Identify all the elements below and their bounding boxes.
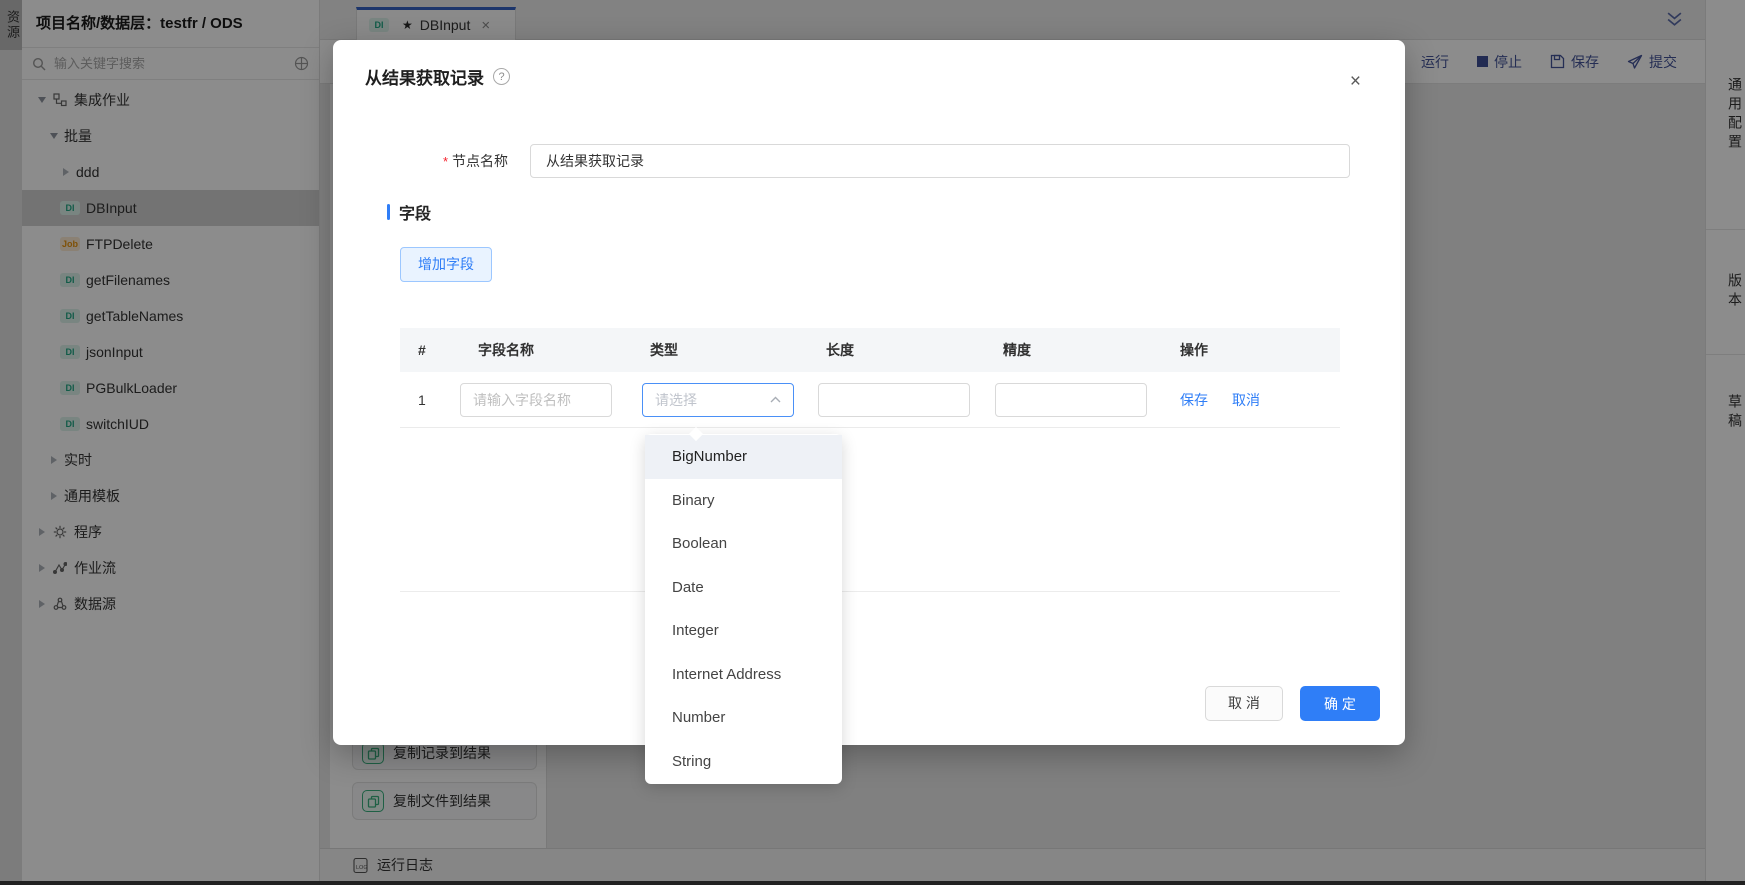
fields-section-header: 字段 [387,200,431,224]
table-header-row: # 字段名称 类型 长度 精度 操作 [400,328,1340,372]
field-name-input[interactable] [460,383,612,417]
dialog-cancel-button[interactable]: 取 消 [1205,686,1283,721]
dropdown-option-date[interactable]: Date [645,566,842,610]
row-save-link[interactable]: 保存 [1180,390,1208,410]
node-name-label: *节点名称 [333,144,508,179]
app-window: 资源 项目名称/数据层：testfr / ODS [0,0,1745,885]
type-dropdown: BigNumber Binary Boolean Date Integer In… [645,434,842,784]
content-divider [400,591,1340,592]
length-input[interactable] [818,383,970,417]
dropdown-option-internet-address[interactable]: Internet Address [645,653,842,697]
node-config-dialog: 从结果获取记录 ? × *节点名称 字段 增加字段 # 字段名称 类型 长度 精… [333,40,1405,745]
dropdown-option-binary[interactable]: Binary [645,479,842,523]
type-select[interactable]: 请选择 [642,383,794,417]
dropdown-option-integer[interactable]: Integer [645,609,842,653]
chevron-up-icon [770,396,781,403]
table-row: 1 请选择 保存 取消 [400,372,1340,428]
precision-input[interactable] [995,383,1147,417]
section-bar-icon [387,204,390,220]
fields-table: # 字段名称 类型 长度 精度 操作 1 请选择 [400,328,1340,428]
dropdown-option-number[interactable]: Number [645,696,842,740]
row-cancel-link[interactable]: 取消 [1232,390,1260,410]
row-index: 1 [400,392,460,408]
help-icon[interactable]: ? [493,68,510,85]
dropdown-option-boolean[interactable]: Boolean [645,522,842,566]
dropdown-option-string[interactable]: String [645,740,842,784]
add-field-button[interactable]: 增加字段 [400,247,492,282]
dialog-close-icon[interactable]: × [1350,72,1361,91]
required-mark: * [443,154,448,169]
dropdown-option-bignumber[interactable]: BigNumber [645,435,842,479]
dialog-ok-button[interactable]: 确 定 [1300,686,1380,721]
node-name-input[interactable] [530,144,1350,178]
dialog-title: 从结果获取记录 ? [365,64,510,89]
